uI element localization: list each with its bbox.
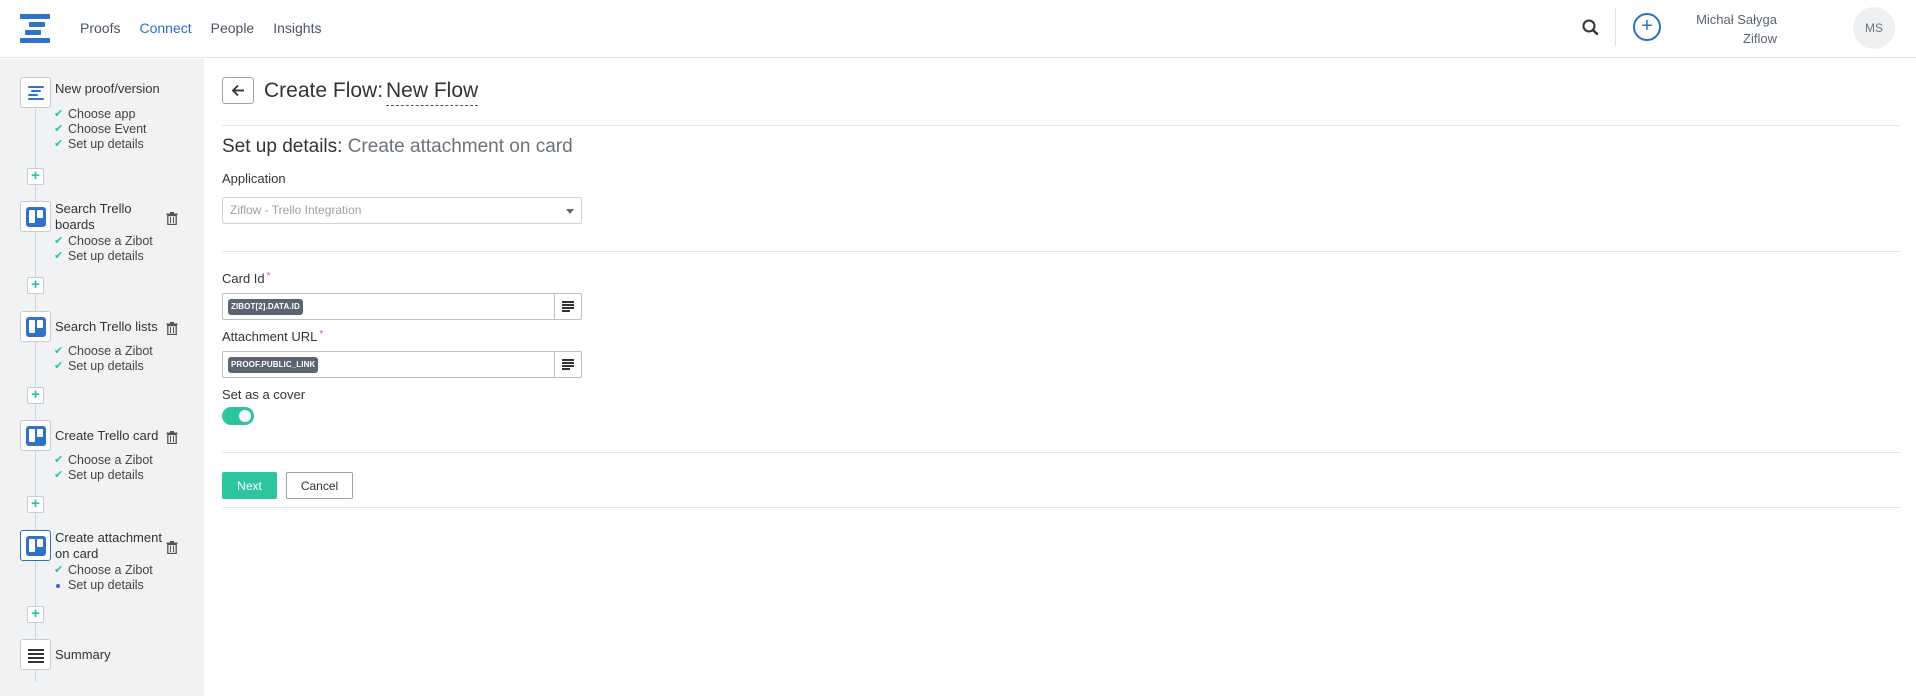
divider: [1615, 8, 1616, 46]
user-org: Ziflow: [1743, 31, 1777, 46]
add-step-button[interactable]: +: [27, 606, 44, 623]
next-button[interactable]: Next: [222, 472, 277, 499]
add-step-button[interactable]: +: [27, 168, 44, 185]
section-title-action: Create attachment on card: [347, 136, 573, 157]
substep-set-up-details[interactable]: ✔ Set up details: [54, 137, 147, 152]
check-icon: ✔: [54, 138, 64, 150]
divider: [222, 507, 1900, 508]
chevron-down-icon: [566, 209, 574, 214]
card-id-field[interactable]: ZIBOT[2].DATA.ID: [222, 293, 582, 320]
substep-choose-zibot[interactable]: ✔ Choose a Zibot: [54, 453, 153, 468]
avatar[interactable]: MS: [1853, 7, 1895, 49]
set-as-cover-label: Set as a cover: [222, 387, 306, 402]
step-title: Create Trello card: [55, 428, 159, 443]
check-icon: ✔: [54, 345, 64, 357]
check-icon: ✔: [54, 454, 64, 466]
attachment-url-field[interactable]: PROOF.PUBLIC_LINK: [222, 351, 582, 378]
current-dot-icon: [56, 584, 60, 588]
user-name: Michał Sałyga: [1696, 12, 1777, 27]
step-title: Create attachment on card: [55, 530, 162, 561]
page-title: Create Flow:: [264, 79, 384, 102]
card-id-label: Card Id *: [222, 271, 271, 286]
cancel-button[interactable]: Cancel: [286, 472, 353, 499]
plus-circle-icon[interactable]: +: [1633, 13, 1661, 41]
check-icon: ✔: [54, 360, 64, 372]
check-icon: ✔: [54, 123, 64, 135]
add-step-button[interactable]: +: [27, 387, 44, 404]
step-title: New proof/version: [55, 81, 160, 96]
required-marker: *: [266, 271, 271, 282]
flow-steps-sidebar: New proof/version ✔ Choose app ✔ Choose Ev…: [0, 59, 204, 696]
add-step-button[interactable]: +: [27, 496, 44, 513]
divider: [222, 452, 1900, 453]
ziflow-icon: [20, 77, 51, 108]
section-title-prefix: Set up details:: [222, 136, 343, 157]
check-icon: ✔: [54, 469, 64, 481]
flow-name[interactable]: New Flow: [386, 79, 479, 106]
nav-connect[interactable]: Connect: [139, 19, 191, 37]
variable-token[interactable]: PROOF.PUBLIC_LINK: [228, 357, 319, 373]
nav-people[interactable]: People: [211, 19, 255, 37]
substep-choose-app[interactable]: ✔ Choose app: [54, 107, 147, 122]
substeps: ✔ Choose a Zibot Set up details: [54, 563, 153, 593]
substep-set-up-details-current[interactable]: Set up details: [54, 578, 153, 593]
substep-choose-zibot[interactable]: ✔ Choose a Zibot: [54, 234, 153, 249]
substep-choose-zibot[interactable]: ✔ Choose a Zibot: [54, 563, 153, 578]
check-icon: ✔: [54, 108, 64, 120]
substep-set-up-details[interactable]: ✔ Set up details: [54, 468, 153, 483]
step-title: Search Trello lists: [55, 319, 158, 334]
substep-choose-zibot[interactable]: ✔ Choose a Zibot: [54, 344, 153, 359]
step-title: Search Trello boards: [55, 201, 132, 232]
variable-picker-icon[interactable]: [554, 294, 581, 319]
check-icon: ✔: [54, 564, 64, 576]
required-marker: *: [319, 329, 324, 340]
set-as-cover-toggle[interactable]: [222, 407, 254, 425]
ziflow-logo[interactable]: [20, 14, 50, 44]
application-select-value: Ziflow - Trello Integration: [230, 203, 362, 217]
variable-token[interactable]: ZIBOT[2].DATA.ID: [228, 299, 303, 315]
list-icon: [20, 639, 51, 670]
divider: [222, 125, 1900, 126]
substeps: ✔ Choose a Zibot ✔ Set up details: [54, 344, 153, 374]
check-icon: ✔: [54, 250, 64, 262]
trello-icon: [20, 530, 51, 561]
arrow-left-icon: [231, 84, 244, 97]
trash-icon[interactable]: [166, 322, 178, 336]
add-step-button[interactable]: +: [27, 277, 44, 294]
trello-icon: [20, 420, 51, 451]
top-bar: Proofs Connect People Insights + Michał …: [0, 0, 1916, 58]
substep-set-up-details[interactable]: ✔ Set up details: [54, 249, 153, 264]
section-title: Set up details: Create attachment on car…: [222, 136, 573, 158]
substeps: ✔ Choose a Zibot ✔ Set up details: [54, 234, 153, 264]
trash-icon[interactable]: [166, 212, 178, 226]
trello-icon: [20, 201, 51, 232]
variable-picker-icon[interactable]: [554, 352, 581, 377]
search-icon[interactable]: [1580, 17, 1602, 39]
main-nav: Proofs Connect People Insights: [80, 19, 340, 37]
substep-choose-event[interactable]: ✔ Choose Event: [54, 122, 147, 137]
nav-insights[interactable]: Insights: [273, 19, 321, 37]
substeps: ✔ Choose a Zibot ✔ Set up details: [54, 453, 153, 483]
trash-icon[interactable]: [166, 541, 178, 555]
step-title: Summary: [55, 647, 111, 662]
attachment-url-label: Attachment URL *: [222, 329, 324, 344]
divider: [222, 251, 1900, 252]
substeps: ✔ Choose app ✔ Choose Event ✔ Set up detail…: [54, 107, 147, 152]
application-label: Application: [222, 171, 286, 186]
nav-proofs[interactable]: Proofs: [80, 19, 120, 37]
substep-set-up-details[interactable]: ✔ Set up details: [54, 359, 153, 374]
trash-icon[interactable]: [166, 431, 178, 445]
check-icon: ✔: [54, 235, 64, 247]
trello-icon: [20, 311, 51, 342]
application-select[interactable]: Ziflow - Trello Integration: [222, 197, 582, 224]
back-button[interactable]: [222, 77, 254, 104]
